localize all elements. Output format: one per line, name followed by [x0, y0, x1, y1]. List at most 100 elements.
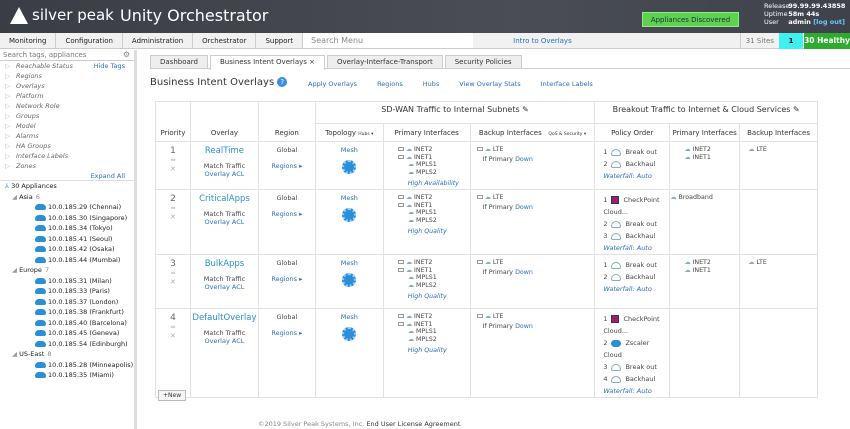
appliance-item[interactable]: 10.0.185.33 (Paris)	[0, 286, 134, 297]
tab-business-intent-overlays[interactable]: Business Intent Overlays ×	[209, 55, 325, 70]
policy-item[interactable]: 4 Backhaul	[603, 373, 669, 385]
down-link[interactable]: Down	[515, 323, 533, 330]
qos-link[interactable]: High Availability	[398, 180, 470, 188]
breakout-primary-cell[interactable]: ☁ INET2 ☁ INET1	[669, 141, 741, 190]
tab-security-policies[interactable]: Security Policies	[444, 55, 522, 68]
search-menu-input[interactable]: Search Menu	[303, 33, 474, 48]
waterfall-link[interactable]: Waterfall: Auto	[603, 283, 669, 295]
appliance-item[interactable]: 10.0.185.45 (Geneva)	[0, 328, 134, 339]
hubs-link[interactable]: Hubs	[423, 80, 440, 88]
topology-link[interactable]: Mesh	[316, 313, 383, 321]
breakout-backup-cell[interactable]: ☁ LTE	[739, 141, 818, 190]
policy-item[interactable]: 3 Backhaul	[603, 230, 669, 242]
breakout-primary-cell[interactable]: ☁ Broadband	[669, 189, 741, 255]
tag-filter[interactable]: ▷ Model	[0, 121, 134, 131]
waterfall-link[interactable]: Waterfall: Auto	[603, 242, 669, 254]
drag-handle-icon[interactable]: ═	[156, 156, 190, 165]
down-link[interactable]: Down	[515, 156, 533, 163]
backup-interfaces-cell[interactable]: ☁ LTE If Primary Down	[469, 141, 596, 190]
hubs-dropdown[interactable]: Hubs ▾	[358, 132, 373, 137]
table-row[interactable]: 3 ═ ✕ BulkApps Match Traffic Overlay ACL Glo…	[155, 254, 818, 309]
qos-link[interactable]: High Quality	[398, 347, 470, 355]
menu-monitoring[interactable]: Monitoring	[0, 33, 57, 48]
backup-interfaces-cell[interactable]: ☁ LTE If Primary Down	[469, 189, 596, 255]
gear-icon[interactable]: ⚙	[123, 50, 130, 60]
delete-icon[interactable]: ✕	[156, 278, 190, 287]
apply-overlays-link[interactable]: Apply Overlays	[308, 80, 357, 88]
appliance-item[interactable]: 10.0.185.31 (Milan)	[0, 276, 134, 287]
primary-interfaces-cell[interactable]: ☁ INET2 ☁ INET1 ☁ MPLS1 ☁ MPLS2 High Quality	[382, 308, 471, 398]
policy-item[interactable]: 2 Backhaul	[603, 271, 669, 283]
mesh-topology-icon[interactable]	[342, 327, 357, 341]
breakout-backup-cell[interactable]: ☁ LTE	[739, 254, 818, 309]
policy-item[interactable]: 1 CheckPoint Cloud...	[603, 313, 669, 337]
overlay-acl-link[interactable]: Overlay ACL	[191, 218, 258, 226]
primary-interfaces-cell[interactable]: ☁ INET2 ☁ INET1 ☁ MPLS1 ☁ MPLS2 High Quality	[382, 254, 471, 309]
drag-handle-icon[interactable]: ═	[156, 323, 190, 332]
tag-filter[interactable]: ▷ Network Role	[0, 101, 134, 111]
overlay-name-link[interactable]: CriticalApps	[191, 194, 258, 204]
waterfall-link[interactable]: Waterfall: Auto	[603, 385, 669, 397]
mesh-topology-icon[interactable]	[342, 208, 357, 222]
down-link[interactable]: Down	[515, 269, 533, 276]
regions-link[interactable]: Regions	[377, 80, 403, 88]
appliance-item[interactable]: 10.0.185.30 (Singapore)	[0, 213, 134, 224]
help-icon[interactable]: ?	[277, 77, 288, 87]
tree-group[interactable]: ◢ US-East 8	[0, 349, 134, 360]
tag-filter[interactable]: ▷ Overlays	[0, 81, 134, 91]
tag-filter[interactable]: ▷ Zones	[0, 161, 134, 171]
policy-item[interactable]: 2 Break out	[603, 218, 669, 230]
tree-group[interactable]: ◢ Asia 6	[0, 192, 134, 203]
sites-count[interactable]: 31 Sites	[739, 33, 780, 49]
hide-tags-link[interactable]: Hide Tags	[94, 61, 125, 71]
policy-item[interactable]: 1 Break out	[603, 146, 669, 158]
appliance-item[interactable]: 10.0.185.42 (Osaka)	[0, 244, 134, 255]
backup-interfaces-cell[interactable]: ☁ LTE If Primary Down	[469, 308, 596, 398]
sdwan-group-header[interactable]: SD-WAN Traffic to Internal Subnets ✎	[314, 101, 596, 124]
appliance-item[interactable]: 10.0.185.38 (Frankfurt)	[0, 307, 134, 318]
policy-item[interactable]: 1 Break out	[603, 259, 669, 271]
tab-overlay-interface-transport[interactable]: Overlay-Interface-Transport	[327, 55, 443, 68]
down-link[interactable]: Down	[515, 204, 533, 211]
appliance-item[interactable]: 10.0.185.35 (Miami)	[0, 370, 134, 381]
appliances-discovered-button[interactable]: Appliances Discovered	[642, 12, 739, 27]
overlay-acl-link[interactable]: Overlay ACL	[191, 337, 258, 345]
appliance-item[interactable]: 10.0.185.28 (Minneapolis)	[0, 360, 134, 371]
waterfall-link[interactable]: Waterfall: Auto	[603, 170, 669, 182]
overlay-acl-link[interactable]: Overlay ACL	[191, 283, 258, 291]
alarm-count-badge[interactable]: 1	[779, 33, 803, 49]
policy-item[interactable]: 1 CheckPoint Cloud...	[603, 194, 669, 218]
tag-filter[interactable]: ▷ Interface Labels	[0, 151, 134, 161]
policy-item[interactable]: 2 Backhaul	[603, 158, 669, 170]
appliance-item[interactable]: 10.0.185.34 (Tokyo)	[0, 223, 134, 234]
delete-icon[interactable]: ✕	[156, 165, 190, 174]
overlay-name-link[interactable]: RealTime	[191, 146, 258, 156]
tag-filter[interactable]: ▷ Groups	[0, 111, 134, 121]
topology-link[interactable]: Mesh	[316, 194, 383, 202]
appliance-item[interactable]: 10.0.185.29 (Chennai)	[0, 202, 134, 213]
view-overlay-stats-link[interactable]: View Overlay Stats	[459, 80, 520, 88]
table-row[interactable]: 2 ═ ✕ CriticalApps Match Traffic Overlay ACL…	[155, 189, 818, 255]
tag-filter[interactable]: ▷ Reachable Status Hide Tags	[0, 61, 134, 71]
eula-link[interactable]: End User License Agreement	[366, 420, 460, 428]
qos-link[interactable]: High Quality	[398, 228, 470, 236]
expand-all-link[interactable]: Expand All	[0, 171, 134, 181]
menu-configuration[interactable]: Configuration	[56, 33, 123, 48]
regions-link[interactable]: Regions ▸	[259, 275, 315, 283]
regions-link[interactable]: Regions ▸	[259, 329, 315, 337]
appliance-item[interactable]: 10.0.185.37 (London)	[0, 297, 134, 308]
overlay-name-link[interactable]: BulkApps	[191, 259, 258, 269]
primary-interfaces-cell[interactable]: ☁ INET2 ☁ INET1 ☁ MPLS1 ☁ MPLS2 High Quality	[382, 189, 471, 255]
menu-support[interactable]: Support	[256, 33, 304, 48]
menu-administration[interactable]: Administration	[123, 33, 194, 48]
mesh-topology-icon[interactable]	[342, 273, 357, 287]
regions-link[interactable]: Regions ▸	[259, 162, 315, 170]
appliance-item[interactable]: 10.0.185.44 (Mumbai)	[0, 255, 134, 266]
backup-interfaces-cell[interactable]: ☁ LTE If Primary Down	[469, 254, 596, 309]
policy-item[interactable]: 3 Break out	[603, 361, 669, 373]
breakout-group-header[interactable]: Breakout Traffic to Internet & Cloud Ser…	[594, 101, 818, 124]
menu-orchestrator[interactable]: Orchestrator	[193, 33, 257, 48]
intro-to-overlays-link[interactable]: Intro to Overlays	[513, 33, 572, 48]
interface-labels-link[interactable]: Interface Labels	[541, 80, 593, 88]
drag-handle-icon[interactable]: ═	[156, 204, 190, 213]
